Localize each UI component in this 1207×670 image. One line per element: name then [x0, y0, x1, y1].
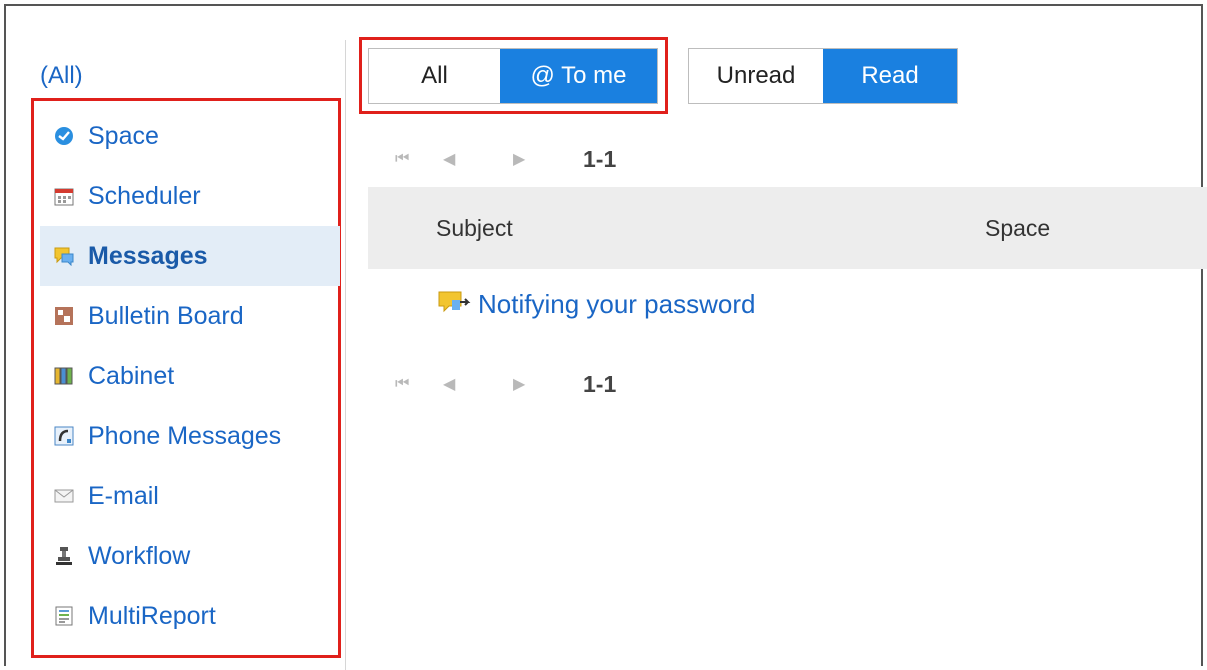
read-state-filter: Unread Read — [688, 48, 958, 104]
page-range: 1-1 — [583, 370, 617, 397]
sidebar-item-cabinet[interactable]: Cabinet — [40, 346, 340, 406]
multireport-icon — [54, 606, 74, 626]
scheduler-icon — [54, 186, 74, 206]
scope-filter: All @ To me — [368, 48, 658, 104]
phone-messages-icon — [54, 426, 74, 446]
pager-top: ⏮ ◀ ▶ 1-1 — [395, 144, 616, 174]
next-page-icon[interactable]: ▶ — [513, 149, 561, 169]
sidebar-item-messages[interactable]: Messages — [40, 226, 340, 286]
cabinet-icon — [54, 366, 74, 386]
sidebar-item-label: Scheduler — [88, 181, 201, 210]
column-header-subject[interactable]: Subject — [436, 215, 513, 242]
table-row: Notifying your password — [438, 288, 755, 321]
sidebar-item-label: MultiReport — [88, 601, 216, 630]
workflow-icon — [54, 546, 74, 566]
sidebar-item-label: Bulletin Board — [88, 301, 244, 330]
table-header: Subject Space — [368, 187, 1207, 269]
bulletin-board-icon — [54, 306, 74, 326]
sidebar-item-space[interactable]: Space — [40, 106, 340, 166]
app-sidebar-list: Space Scheduler Messages Bulletin Board … — [31, 98, 341, 658]
space-icon — [54, 126, 74, 146]
messages-icon — [54, 246, 74, 267]
next-page-icon[interactable]: ▶ — [513, 374, 561, 394]
sidebar-item-label: Messages — [88, 241, 208, 270]
sidebar-item-phone-messages[interactable]: Phone Messages — [40, 406, 340, 466]
first-page-icon[interactable]: ⏮ — [395, 375, 443, 393]
sidebar-item-multireport[interactable]: MultiReport — [40, 586, 340, 646]
prev-page-icon[interactable]: ◀ — [443, 149, 513, 169]
sidebar-item-label: Space — [88, 121, 159, 150]
sidebar-item-label: E-mail — [88, 481, 159, 510]
sidebar-item-email[interactable]: E-mail — [40, 466, 340, 526]
sidebar-item-bulletin-board[interactable]: Bulletin Board — [40, 286, 340, 346]
column-header-space[interactable]: Space — [985, 215, 1050, 242]
sidebar-item-scheduler[interactable]: Scheduler — [40, 166, 340, 226]
filter-read-button[interactable]: Read — [823, 49, 957, 103]
sidebar-item-label: Phone Messages — [88, 421, 282, 450]
first-page-icon[interactable]: ⏮ — [395, 150, 443, 168]
message-subject-link[interactable]: Notifying your password — [478, 289, 755, 320]
sidebar-item-label: Cabinet — [88, 361, 175, 390]
column-divider — [345, 40, 346, 670]
email-icon — [54, 486, 74, 506]
sidebar-item-label: Workflow — [88, 541, 191, 570]
filter-all-button[interactable]: All — [369, 49, 500, 103]
prev-page-icon[interactable]: ◀ — [443, 374, 513, 394]
sidebar-item-workflow[interactable]: Workflow — [40, 526, 340, 586]
page-range: 1-1 — [583, 145, 617, 172]
message-icon — [438, 288, 474, 321]
filter-unread-button[interactable]: Unread — [689, 49, 823, 103]
pager-bottom: ⏮ ◀ ▶ 1-1 — [395, 369, 616, 399]
filter-to-me-button[interactable]: @ To me — [500, 49, 657, 103]
all-apps-link[interactable]: (All) — [40, 62, 83, 90]
